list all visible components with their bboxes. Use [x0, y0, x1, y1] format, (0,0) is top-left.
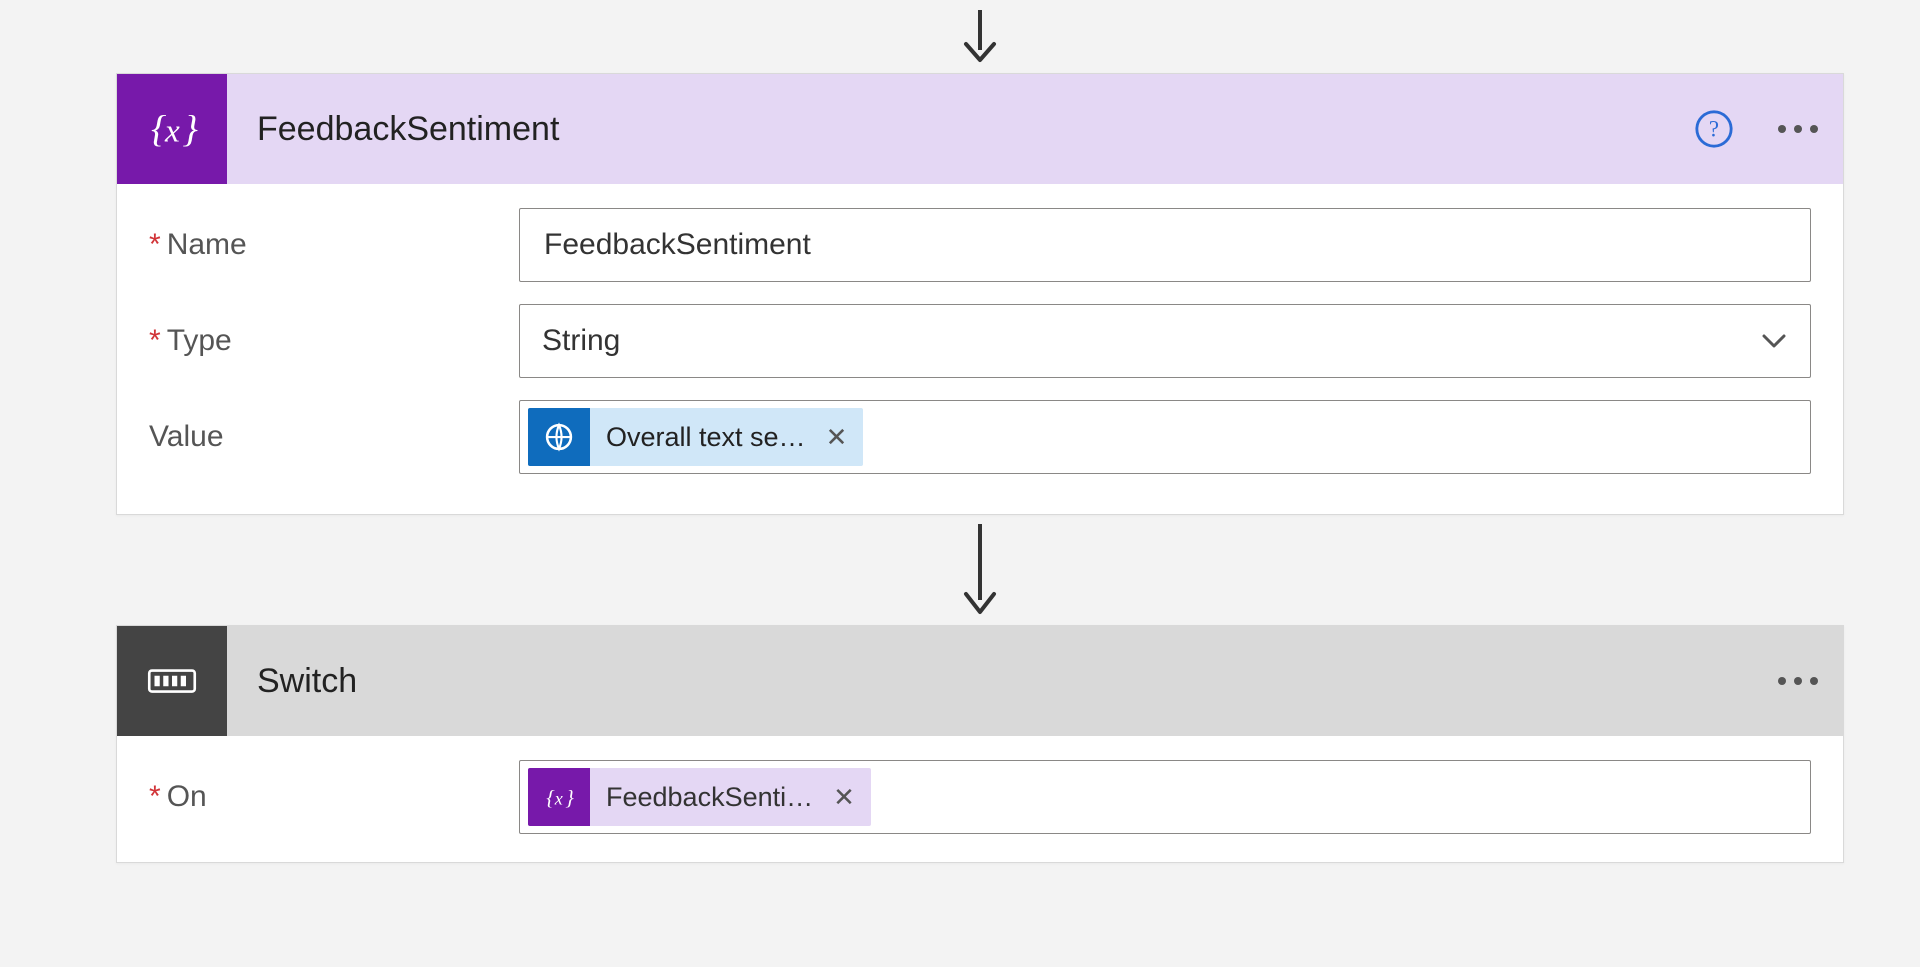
flow-arrow-top — [960, 10, 1000, 65]
ai-builder-icon — [528, 408, 590, 466]
switch-card-header[interactable]: Switch — [117, 626, 1843, 736]
value-token-remove[interactable]: ✕ — [818, 422, 864, 453]
row-value: Value — [149, 400, 1811, 474]
switch-card: Switch *On — [116, 625, 1844, 863]
value-input[interactable]: Overall text se… ✕ — [519, 400, 1811, 474]
variable-token-icon: { x } — [528, 768, 590, 826]
chevron-down-icon — [1760, 327, 1788, 355]
variable-card: { x } FeedbackSentiment ? — [116, 73, 1844, 515]
switch-card-title: Switch — [257, 662, 1773, 701]
row-type: *Type String — [149, 304, 1811, 378]
svg-text:}: } — [183, 108, 199, 150]
switch-card-body: *On { x } — [117, 736, 1843, 862]
svg-text:?: ? — [1709, 117, 1719, 142]
variable-card-title: FeedbackSentiment — [257, 110, 1693, 149]
value-token-label: Overall text se… — [590, 422, 818, 453]
svg-text:{: { — [546, 785, 555, 809]
value-token[interactable]: Overall text se… ✕ — [528, 408, 863, 466]
label-name: *Name — [149, 228, 519, 262]
name-input[interactable] — [542, 227, 1788, 263]
variable-card-header[interactable]: { x } FeedbackSentiment ? — [117, 74, 1843, 184]
flow-arrow-mid — [960, 515, 1000, 625]
variable-icon: { x } — [117, 74, 227, 184]
switch-icon — [117, 626, 227, 736]
svg-text:x: x — [164, 112, 180, 149]
row-on: *On { x } — [149, 760, 1811, 834]
type-select[interactable]: String — [519, 304, 1811, 378]
name-input-wrapper[interactable] — [519, 208, 1811, 282]
label-value: Value — [149, 420, 519, 454]
variable-card-body: *Name *Type String — [117, 184, 1843, 514]
type-select-value: String — [542, 324, 620, 358]
on-token[interactable]: { x } FeedbackSenti… ✕ — [528, 768, 871, 826]
on-token-remove[interactable]: ✕ — [825, 782, 871, 813]
label-type: *Type — [149, 324, 519, 358]
on-input[interactable]: { x } FeedbackSenti… ✕ — [519, 760, 1811, 834]
label-on: *On — [149, 780, 519, 814]
on-token-label: FeedbackSenti… — [590, 782, 825, 813]
svg-text:x: x — [554, 788, 563, 808]
more-menu-icon[interactable] — [1773, 108, 1823, 150]
row-name: *Name — [149, 208, 1811, 282]
svg-text:}: } — [565, 785, 574, 809]
switch-more-menu-icon[interactable] — [1773, 660, 1823, 702]
help-icon[interactable]: ? — [1693, 108, 1735, 150]
